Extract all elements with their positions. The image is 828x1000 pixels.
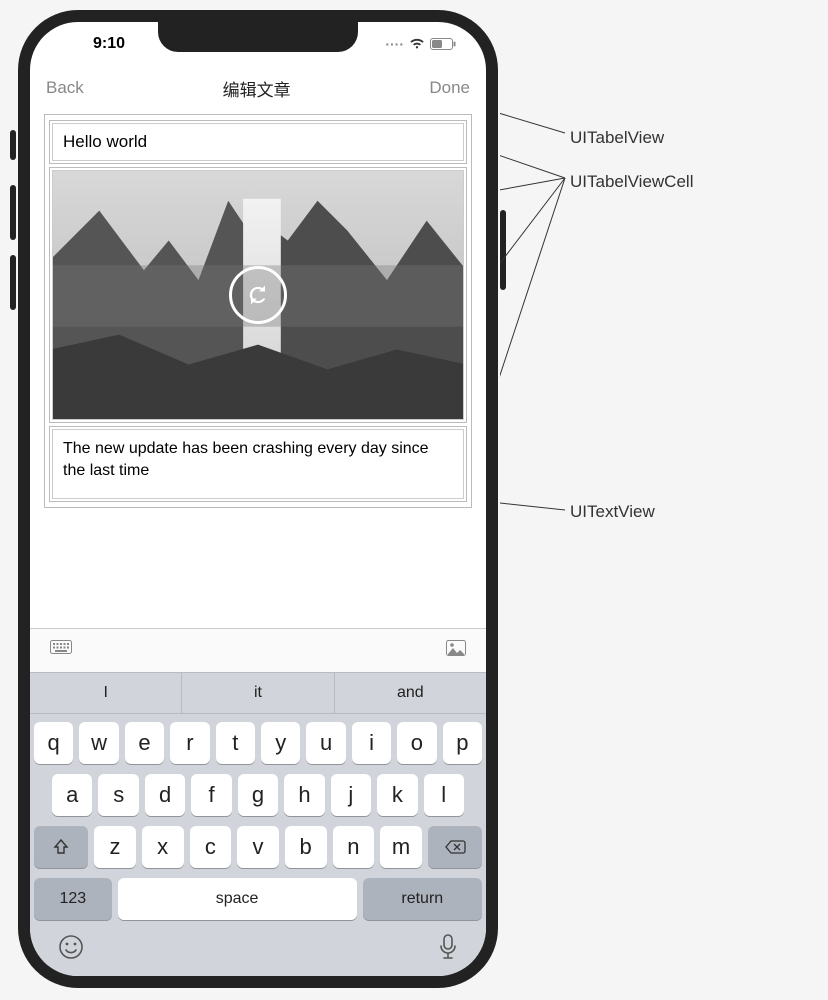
phone-frame: 9:10 ···· Back 编辑文章 Done Hello world: [18, 10, 498, 988]
key-space[interactable]: space: [118, 878, 357, 920]
keyboard-bottom: [30, 928, 486, 976]
key-p[interactable]: p: [443, 722, 482, 764]
key-z[interactable]: z: [94, 826, 136, 868]
key-n[interactable]: n: [333, 826, 375, 868]
key-numbers[interactable]: 123: [34, 878, 112, 920]
key-x[interactable]: x: [142, 826, 184, 868]
nav-bar: Back 编辑文章 Done: [30, 66, 486, 110]
key-b[interactable]: b: [285, 826, 327, 868]
notch: [158, 22, 358, 52]
emoji-icon[interactable]: [58, 934, 84, 967]
title-textview[interactable]: Hello world: [52, 123, 464, 161]
suggestion-3[interactable]: and: [335, 673, 486, 713]
keyboard: I it and q w e r t y u i o p: [30, 628, 486, 976]
key-h[interactable]: h: [284, 774, 324, 816]
key-e[interactable]: e: [125, 722, 164, 764]
volume-up: [10, 185, 16, 240]
annotations: UITabelView UITabelViewCell UITextView: [500, 0, 820, 1000]
key-l[interactable]: l: [424, 774, 464, 816]
annotation-cell: UITabelViewCell: [570, 172, 693, 192]
table-cell-title[interactable]: Hello world: [49, 120, 467, 164]
key-o[interactable]: o: [397, 722, 436, 764]
key-w[interactable]: w: [79, 722, 118, 764]
suggestion-bar: I it and: [30, 672, 486, 714]
key-m[interactable]: m: [380, 826, 422, 868]
key-c[interactable]: c: [190, 826, 232, 868]
suggestion-2[interactable]: it: [182, 673, 334, 713]
keyboard-toggle-icon[interactable]: [50, 640, 72, 661]
wifi-icon: [409, 38, 425, 50]
volume-down: [10, 255, 16, 310]
key-u[interactable]: u: [306, 722, 345, 764]
nav-title: 编辑文章: [223, 76, 291, 101]
key-k[interactable]: k: [377, 774, 417, 816]
table-cell-body[interactable]: The new update has been crashing every d…: [49, 426, 467, 502]
silent-switch: [10, 130, 16, 160]
key-q[interactable]: q: [34, 722, 73, 764]
annotation-lines: [500, 0, 820, 1000]
microphone-icon[interactable]: [438, 934, 458, 967]
key-t[interactable]: t: [216, 722, 255, 764]
battery-icon: [430, 38, 456, 50]
back-button[interactable]: Back: [46, 78, 84, 98]
done-button[interactable]: Done: [429, 78, 470, 98]
key-return[interactable]: return: [363, 878, 482, 920]
annotation-tableview: UITabelView: [570, 128, 664, 148]
body-textview[interactable]: The new update has been crashing every d…: [52, 429, 464, 499]
key-a[interactable]: a: [52, 774, 92, 816]
status-dots: ····: [385, 36, 404, 52]
key-d[interactable]: d: [145, 774, 185, 816]
image-container[interactable]: [52, 170, 464, 420]
table-cell-image[interactable]: [49, 167, 467, 423]
key-r[interactable]: r: [170, 722, 209, 764]
key-s[interactable]: s: [98, 774, 138, 816]
key-backspace[interactable]: [428, 826, 482, 868]
keyboard-toolbar: [30, 628, 486, 672]
image-picker-icon[interactable]: [446, 640, 466, 661]
keyboard-keys: q w e r t y u i o p a s d: [30, 714, 486, 928]
key-f[interactable]: f: [191, 774, 231, 816]
annotation-textview: UITextView: [570, 502, 655, 522]
key-j[interactable]: j: [331, 774, 371, 816]
suggestion-1[interactable]: I: [30, 673, 182, 713]
refresh-icon[interactable]: [229, 266, 287, 324]
key-v[interactable]: v: [237, 826, 279, 868]
table-view[interactable]: Hello world: [44, 114, 472, 508]
status-icons: ····: [385, 36, 456, 52]
phone-screen: 9:10 ···· Back 编辑文章 Done Hello world: [30, 22, 486, 976]
key-shift[interactable]: [34, 826, 88, 868]
key-y[interactable]: y: [261, 722, 300, 764]
key-i[interactable]: i: [352, 722, 391, 764]
key-g[interactable]: g: [238, 774, 278, 816]
status-time: 9:10: [93, 35, 125, 53]
power-button: [500, 210, 506, 290]
